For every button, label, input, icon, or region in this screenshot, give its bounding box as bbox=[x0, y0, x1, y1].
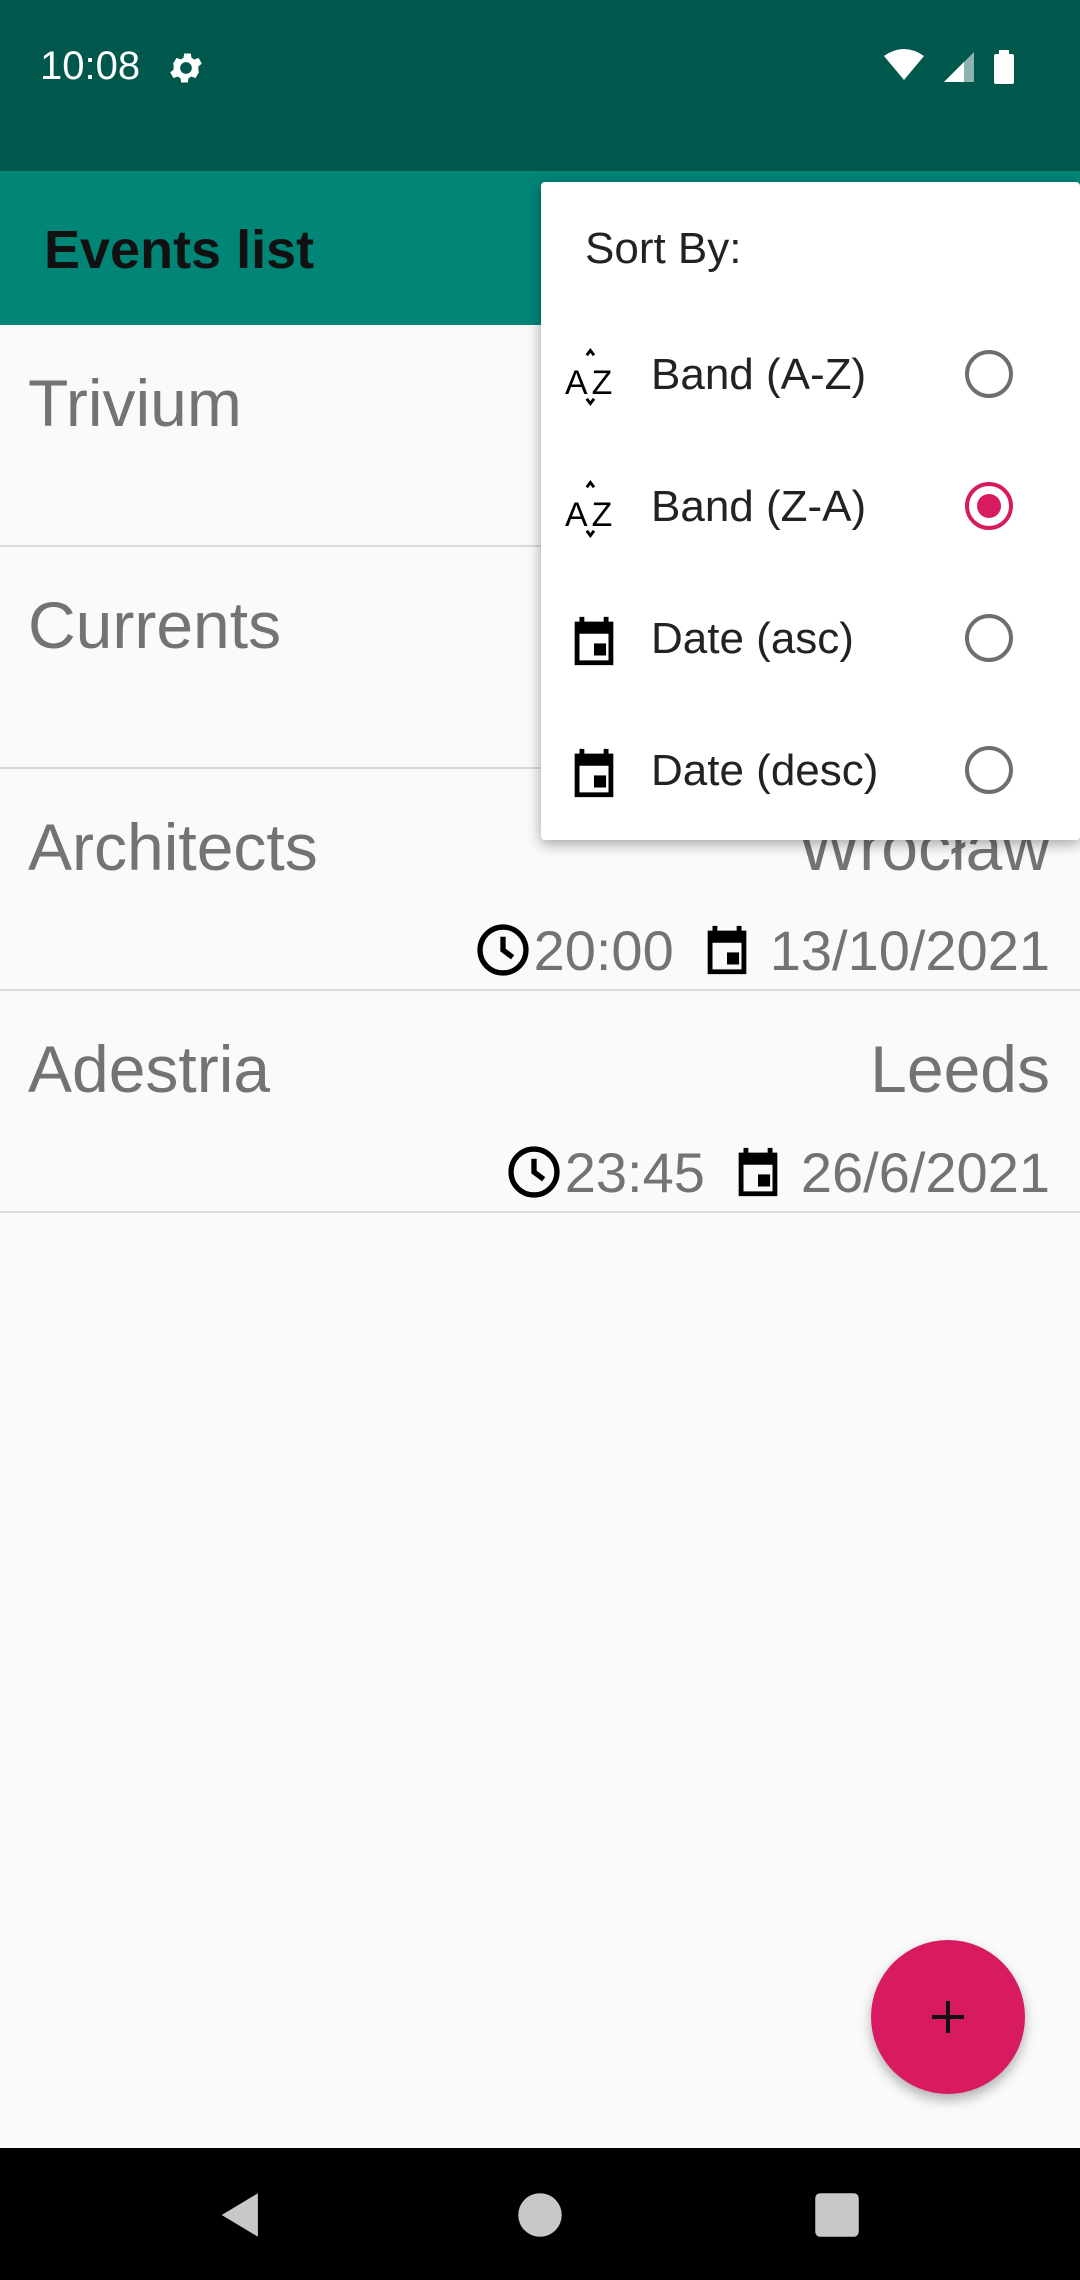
status-icons bbox=[882, 48, 1042, 88]
sort-menu-title: Sort By: bbox=[585, 224, 742, 273]
navigation-bar bbox=[0, 2148, 1080, 2280]
plus-icon bbox=[932, 2001, 964, 2033]
sort-option-radio[interactable] bbox=[965, 746, 1013, 794]
svg-text:Z: Z bbox=[592, 496, 613, 534]
sort-az-icon: A Z bbox=[565, 480, 613, 538]
settings-gear-icon bbox=[170, 53, 202, 83]
sort-option-label: Date (desc) bbox=[651, 746, 879, 795]
svg-text:A: A bbox=[565, 364, 588, 402]
event-band: Architects bbox=[28, 810, 318, 884]
svg-text:Z: Z bbox=[592, 364, 613, 402]
calendar-icon bbox=[574, 748, 614, 798]
back-icon[interactable] bbox=[212, 2186, 270, 2244]
event-time: 23:45 bbox=[564, 1140, 705, 1204]
event-row[interactable]: Adestria Leeds 23:45 26/6/2021 bbox=[0, 991, 1080, 1213]
event-date: 13/10/2021 bbox=[769, 918, 1050, 982]
page-title: Events list bbox=[44, 220, 315, 280]
calendar-icon bbox=[574, 616, 614, 666]
sort-option-date-desc[interactable]: Date (desc) bbox=[541, 708, 1080, 840]
sort-option-band-za[interactable]: A Z Band (Z-A) bbox=[541, 444, 1080, 576]
sort-option-label: Date (asc) bbox=[651, 614, 854, 663]
home-icon[interactable] bbox=[511, 2186, 569, 2244]
calendar-icon bbox=[738, 1147, 778, 1197]
event-band: Trivium bbox=[28, 366, 242, 440]
add-event-button[interactable] bbox=[871, 1940, 1025, 2094]
battery-icon bbox=[994, 54, 1014, 84]
sort-option-band-az[interactable]: A Z Band (A-Z) bbox=[541, 312, 1080, 444]
wifi-icon bbox=[884, 49, 924, 80]
status-time: 10:08 bbox=[40, 44, 141, 88]
clock-icon bbox=[508, 1146, 560, 1198]
sort-az-icon: A Z bbox=[565, 348, 613, 406]
sort-option-label: Band (Z-A) bbox=[651, 482, 867, 531]
sort-option-date-asc[interactable]: Date (asc) bbox=[541, 576, 1080, 708]
sort-option-label: Band (A-Z) bbox=[651, 350, 867, 399]
sort-menu: Sort By: A Z Band (A-Z) A Z Band (Z-A) D… bbox=[541, 182, 1080, 840]
svg-text:A: A bbox=[565, 496, 588, 534]
event-band: Currents bbox=[28, 588, 282, 662]
clock-icon bbox=[476, 924, 529, 976]
recents-icon[interactable] bbox=[808, 2186, 866, 2244]
event-band: Adestria bbox=[28, 1032, 271, 1106]
sort-option-radio[interactable] bbox=[965, 614, 1013, 662]
sort-option-radio[interactable] bbox=[965, 350, 1013, 398]
calendar-icon bbox=[707, 925, 747, 975]
sort-option-radio-checked[interactable] bbox=[965, 482, 1013, 530]
status-bar: 10:08 bbox=[0, 0, 1080, 171]
event-time: 20:00 bbox=[533, 918, 674, 982]
event-city: Leeds bbox=[870, 1032, 1050, 1106]
event-date: 26/6/2021 bbox=[800, 1140, 1050, 1204]
